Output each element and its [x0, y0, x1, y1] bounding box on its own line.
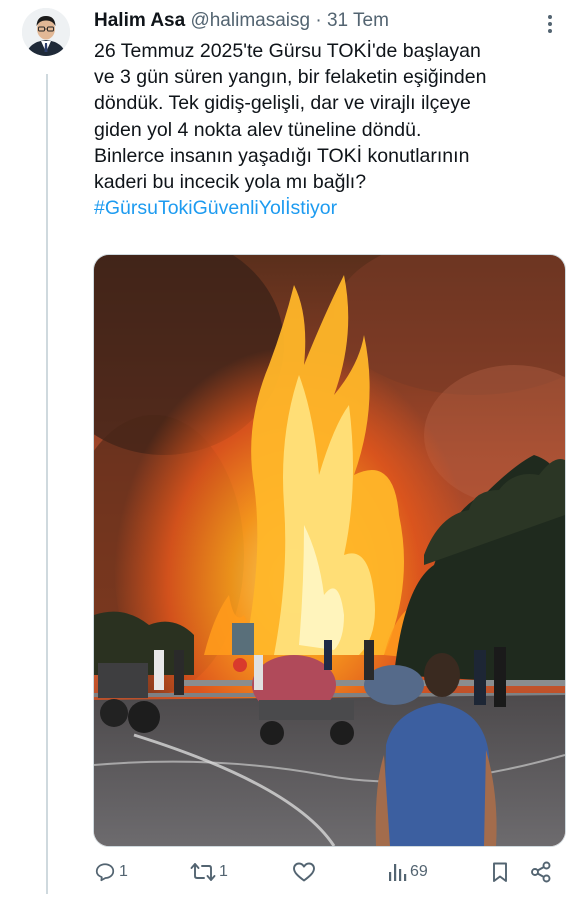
bookmark-button[interactable] — [490, 857, 510, 887]
views-button[interactable]: 69 — [387, 857, 428, 887]
tweet-header: Halim Asa @halimasaisg · 31 Tem — [94, 9, 552, 33]
share-icon — [531, 861, 551, 883]
reply-count: 1 — [119, 863, 128, 880]
more-vertical-icon[interactable] — [540, 12, 560, 34]
tweet-text-line: 26 Temmuz 2025'te Gürsu TOKİ'de başlayan — [94, 40, 481, 62]
hashtag-link[interactable]: #GürsuTokiGüvenliYolİstiyor — [94, 195, 564, 221]
tweet-text: 26 Temmuz 2025'te Gürsu TOKİ'de başlayan… — [94, 38, 564, 221]
retweet-count: 1 — [219, 863, 228, 880]
thread-line — [46, 74, 48, 894]
views-count: 69 — [410, 863, 428, 880]
tweet-media-photo[interactable] — [93, 254, 566, 847]
tweet-text-line: kaderi bu incecik yola mı bağlı? — [94, 171, 367, 194]
like-button[interactable] — [292, 857, 319, 887]
bookmark-icon — [493, 862, 507, 882]
reply-icon — [95, 863, 115, 882]
heart-icon — [293, 862, 315, 882]
tweet-actions: 1 1 69 — [94, 857, 564, 887]
wildfire-photo — [94, 255, 565, 846]
author-handle[interactable]: @halimasaisg — [190, 10, 310, 31]
share-button[interactable] — [530, 857, 552, 887]
tweet-text-line: ve 3 gün süren yangın, bir felaketin eşi… — [94, 66, 487, 89]
reply-button[interactable]: 1 — [94, 857, 128, 887]
avatar-image — [22, 8, 70, 56]
retweet-icon — [190, 863, 216, 881]
retweet-button[interactable]: 1 — [190, 857, 228, 887]
analytics-icon — [389, 864, 407, 881]
avatar[interactable] — [22, 8, 70, 56]
tweet-text-line: giden yol 4 nokta alev tüneline döndü. — [94, 118, 422, 141]
tweet-text-line: Binlerce insanın yaşadığı TOKİ konutları… — [94, 144, 470, 167]
tweet-text-line: döndük. Tek gidiş-gelişli, dar ve virajl… — [94, 92, 471, 115]
tweet-date[interactable]: 31 Tem — [327, 10, 389, 31]
author-name[interactable]: Halim Asa — [94, 10, 185, 31]
header-separator: · — [315, 10, 322, 31]
